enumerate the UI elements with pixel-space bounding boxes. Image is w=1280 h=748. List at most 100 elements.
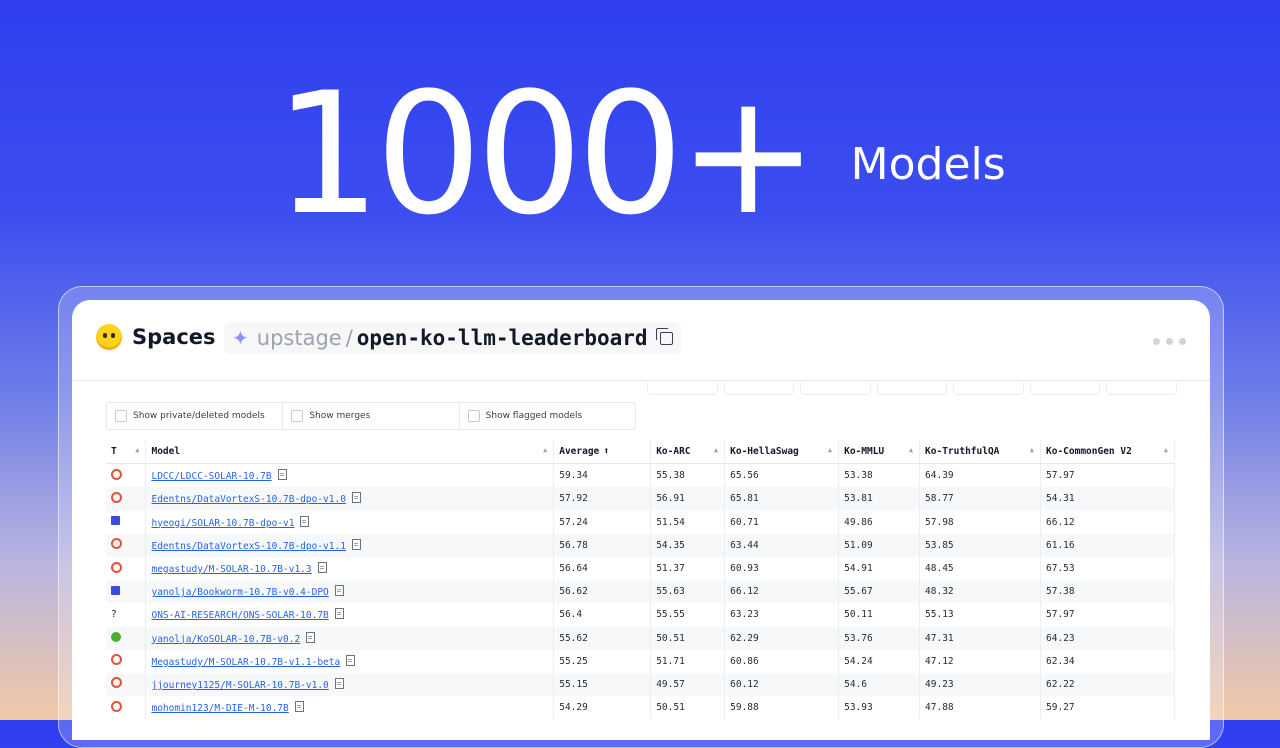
table-row: yanolja/Bookworm-10.7B-v0.4-DPO 56.62 55.6… bbox=[106, 580, 1175, 604]
model-card-icon[interactable] bbox=[317, 562, 327, 574]
model-link[interactable]: yanolja/KoSOLAR-10.7B-v0.2 bbox=[151, 634, 300, 645]
cell-score: 57.97 bbox=[1040, 603, 1175, 627]
cell-score: 66.12 bbox=[1040, 510, 1175, 534]
cell-type bbox=[106, 672, 147, 697]
cell-score: 47.12 bbox=[919, 649, 1041, 673]
column-label: Ko-ARC bbox=[656, 446, 691, 458]
cell-type bbox=[106, 696, 147, 720]
spaces-brand[interactable]: Spaces bbox=[96, 324, 216, 350]
model-link[interactable]: Megastudy/M-SOLAR-10.7B-v1.1-beta bbox=[151, 657, 340, 668]
checkbox[interactable] bbox=[467, 410, 480, 422]
type-square-icon bbox=[111, 516, 120, 526]
cell-score: 55.25 bbox=[553, 649, 652, 673]
column-header-ko-hellaswag[interactable]: Ko-HellaSwag ▲ bbox=[724, 440, 840, 465]
cell-score: 55.38 bbox=[650, 463, 726, 488]
cell-score: 56.64 bbox=[553, 556, 652, 581]
model-card-icon[interactable] bbox=[306, 631, 316, 643]
more-dots-icon[interactable] bbox=[1153, 338, 1186, 345]
model-card-icon[interactable] bbox=[334, 608, 344, 620]
column-header-ko-truthfulqa[interactable]: Ko-TruthfulQA ▲ bbox=[919, 440, 1041, 465]
filter-merges[interactable]: Show merges bbox=[283, 403, 460, 429]
hero-subtitle: Models bbox=[850, 138, 1006, 190]
cell-score: 53.81 bbox=[838, 487, 921, 511]
model-card-icon[interactable] bbox=[351, 538, 361, 550]
cell-score: 53.76 bbox=[838, 626, 921, 650]
table-row: hyeogi/SOLAR-10.7B-dpo-v1 57.24 51.54 60.71… bbox=[106, 510, 1175, 534]
sort-icon[interactable]: ▲ bbox=[714, 446, 718, 454]
model-link[interactable]: jjourney1125/M-SOLAR-10.7B-v1.0 bbox=[151, 680, 328, 691]
space-header: Spaces ✦ upstage / open-ko-llm-leaderboa… bbox=[72, 300, 1210, 381]
model-card-icon[interactable] bbox=[294, 701, 304, 713]
cell-score: 54.31 bbox=[1040, 487, 1175, 511]
type-circle-icon bbox=[111, 700, 122, 712]
model-card-icon[interactable] bbox=[346, 654, 356, 666]
sort-icon[interactable]: ▲ bbox=[1030, 446, 1034, 454]
sort-icon[interactable]: ▲ bbox=[543, 446, 547, 454]
cell-score: 65.81 bbox=[724, 487, 840, 511]
sort-icon[interactable]: ▲ bbox=[135, 446, 139, 454]
column-header-type[interactable]: T ▲ bbox=[106, 440, 147, 465]
cell-score: 56.62 bbox=[553, 580, 652, 604]
column-header-model[interactable]: Model ▲ bbox=[145, 440, 555, 465]
cell-score: 54.29 bbox=[553, 696, 652, 720]
repo-name-link[interactable]: open-ko-llm-leaderboard bbox=[357, 326, 648, 350]
sort-icon[interactable]: ▲ bbox=[1164, 446, 1168, 454]
model-link[interactable]: hyeogi/SOLAR-10.7B-dpo-v1 bbox=[151, 518, 294, 529]
model-link[interactable]: Edentns/DataVortexS-10.7B-dpo-v1.1 bbox=[151, 541, 345, 552]
filter-label: Show flagged models bbox=[485, 411, 583, 421]
cell-score: 62.29 bbox=[724, 626, 840, 650]
cell-score: 59.27 bbox=[1040, 696, 1175, 720]
column-header-ko-arc[interactable]: Ko-ARC ▲ bbox=[650, 440, 726, 465]
cell-score: 60.86 bbox=[724, 649, 840, 673]
repo-owner-link[interactable]: upstage bbox=[257, 326, 342, 350]
model-card-icon[interactable] bbox=[351, 492, 361, 504]
spaces-label: Spaces bbox=[132, 325, 216, 349]
sort-desc-icon[interactable]: ⬆ bbox=[603, 446, 609, 457]
column-label: Ko-MMLU bbox=[844, 446, 885, 458]
table-row: yanolja/KoSOLAR-10.7B-v0.2 55.62 50.51 62.2… bbox=[106, 626, 1175, 650]
copy-icon[interactable] bbox=[655, 327, 673, 345]
type-green-circle-icon bbox=[111, 631, 121, 642]
filter-flagged[interactable]: Show flagged models bbox=[460, 403, 635, 429]
cell-model: ONS-AI-RESEARCH/ONS-SOLAR-10.7B bbox=[145, 603, 555, 627]
model-card-icon[interactable] bbox=[334, 585, 344, 597]
table-row: ? ONS-AI-RESEARCH/ONS-SOLAR-10.7B 56.4 55.5… bbox=[106, 603, 1175, 627]
cell-model: mohomin123/M-DIE-M-10.7B bbox=[145, 696, 555, 720]
type-circle-icon bbox=[111, 468, 122, 480]
hugging-face-icon bbox=[96, 324, 122, 350]
model-link[interactable]: LDCC/LDCC-SOLAR-10.7B bbox=[151, 471, 271, 482]
model-link[interactable]: Edentns/DataVortexS-10.7B-dpo-v1.0 bbox=[151, 494, 345, 505]
model-card-icon[interactable] bbox=[334, 677, 344, 689]
model-link[interactable]: ONS-AI-RESEARCH/ONS-SOLAR-10.7B bbox=[151, 610, 328, 621]
column-header-ko-commongen[interactable]: Ko-CommonGen V2 ▲ bbox=[1040, 440, 1175, 465]
model-link[interactable]: mohomin123/M-DIE-M-10.7B bbox=[151, 703, 288, 714]
type-square-icon bbox=[111, 585, 120, 595]
cell-score: 57.38 bbox=[1040, 580, 1175, 604]
cell-score: 54.24 bbox=[838, 649, 921, 673]
cell-type bbox=[106, 580, 147, 604]
column-header-average[interactable]: Average ⬆ bbox=[553, 440, 652, 465]
cell-type bbox=[106, 533, 147, 557]
cell-score: 57.92 bbox=[553, 487, 652, 511]
model-link[interactable]: yanolja/Bookworm-10.7B-v0.4-DPO bbox=[151, 587, 328, 598]
cell-score: 65.56 bbox=[724, 463, 840, 488]
column-header-ko-mmlu[interactable]: Ko-MMLU ▲ bbox=[838, 440, 921, 465]
model-card-icon[interactable] bbox=[300, 515, 310, 527]
cell-type bbox=[106, 510, 147, 534]
cell-score: 62.34 bbox=[1040, 649, 1175, 673]
cell-score: 47.31 bbox=[919, 626, 1041, 650]
cell-score: 53.93 bbox=[838, 696, 921, 720]
checkbox[interactable] bbox=[115, 410, 127, 422]
cell-score: 50.51 bbox=[650, 626, 726, 650]
sort-icon[interactable]: ▲ bbox=[828, 446, 832, 454]
checkbox[interactable] bbox=[291, 410, 304, 422]
cell-type bbox=[106, 556, 147, 581]
table-row: LDCC/LDCC-SOLAR-10.7B 59.34 55.38 65.56 53.3… bbox=[106, 463, 1175, 488]
cell-model: Megastudy/M-SOLAR-10.7B-v1.1-beta bbox=[145, 649, 555, 673]
model-card-icon[interactable] bbox=[277, 469, 287, 481]
sort-icon[interactable]: ▲ bbox=[909, 446, 913, 454]
column-label: Ko-TruthfulQA bbox=[925, 446, 1000, 458]
model-link[interactable]: megastudy/M-SOLAR-10.7B-v1.3 bbox=[151, 564, 311, 575]
cell-score: 54.35 bbox=[650, 533, 726, 557]
filter-private-deleted[interactable]: Show private/deleted models bbox=[107, 403, 284, 429]
